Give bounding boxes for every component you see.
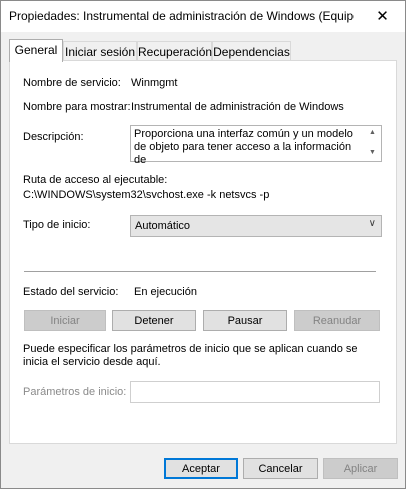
scroll-up-icon[interactable]: ▲ <box>369 129 376 136</box>
stop-button[interactable]: Detener <box>112 310 196 331</box>
service-status-label: Estado del servicio: <box>23 286 119 298</box>
description-scrollbar[interactable]: ▲ ▼ <box>366 126 381 161</box>
section-divider <box>24 271 376 272</box>
params-label: Parámetros de inicio: <box>23 386 127 398</box>
description-label: Descripción: <box>23 131 84 143</box>
close-icon[interactable]: ✕ <box>360 1 405 31</box>
path-label: Ruta de acceso al ejecutable: <box>23 174 168 186</box>
startup-type-value: Automático <box>135 220 191 232</box>
service-name-value: Winmgmt <box>131 77 178 89</box>
tab-iniciar-sesion[interactable]: Iniciar sesión <box>63 41 137 61</box>
tab-general[interactable]: General <box>9 39 63 62</box>
tab-recuperacion[interactable]: Recuperación <box>137 41 212 61</box>
params-hint: Puede especificar los parámetros de inic… <box>23 343 358 368</box>
accept-button[interactable]: Aceptar <box>164 458 238 479</box>
properties-dialog: Propiedades: Instrumental de administrac… <box>0 0 406 489</box>
path-value: C:\WINDOWS\system32\svchost.exe -k netsv… <box>23 189 270 201</box>
startup-type-label: Tipo de inicio: <box>23 219 91 231</box>
display-name-label: Nombre para mostrar: <box>23 101 131 113</box>
start-button[interactable]: Iniciar <box>24 310 106 331</box>
description-box[interactable]: Proporciona una interfaz común y un mode… <box>130 125 382 166</box>
description-text: Proporciona una interfaz común y un mode… <box>134 128 353 166</box>
general-panel: Nombre de servicio: Winmgmt Nombre para … <box>9 60 397 444</box>
window-title: Propiedades: Instrumental de administrac… <box>9 9 354 23</box>
service-status-value: En ejecución <box>134 286 197 298</box>
params-input[interactable] <box>130 381 380 403</box>
startup-type-select[interactable]: Automático ∨ <box>130 215 382 237</box>
scroll-down-icon[interactable]: ▼ <box>369 149 376 156</box>
service-name-label: Nombre de servicio: <box>23 77 121 89</box>
tab-dependencias[interactable]: Dependencias <box>212 41 291 61</box>
apply-button[interactable]: Aplicar <box>323 458 398 479</box>
pause-button[interactable]: Pausar <box>203 310 287 331</box>
cancel-button[interactable]: Cancelar <box>243 458 318 479</box>
display-name-value: Instrumental de administración de Window… <box>131 101 344 113</box>
resume-button[interactable]: Reanudar <box>294 310 380 331</box>
chevron-down-icon: ∨ <box>368 218 376 229</box>
title-bar[interactable]: Propiedades: Instrumental de administrac… <box>1 1 405 32</box>
